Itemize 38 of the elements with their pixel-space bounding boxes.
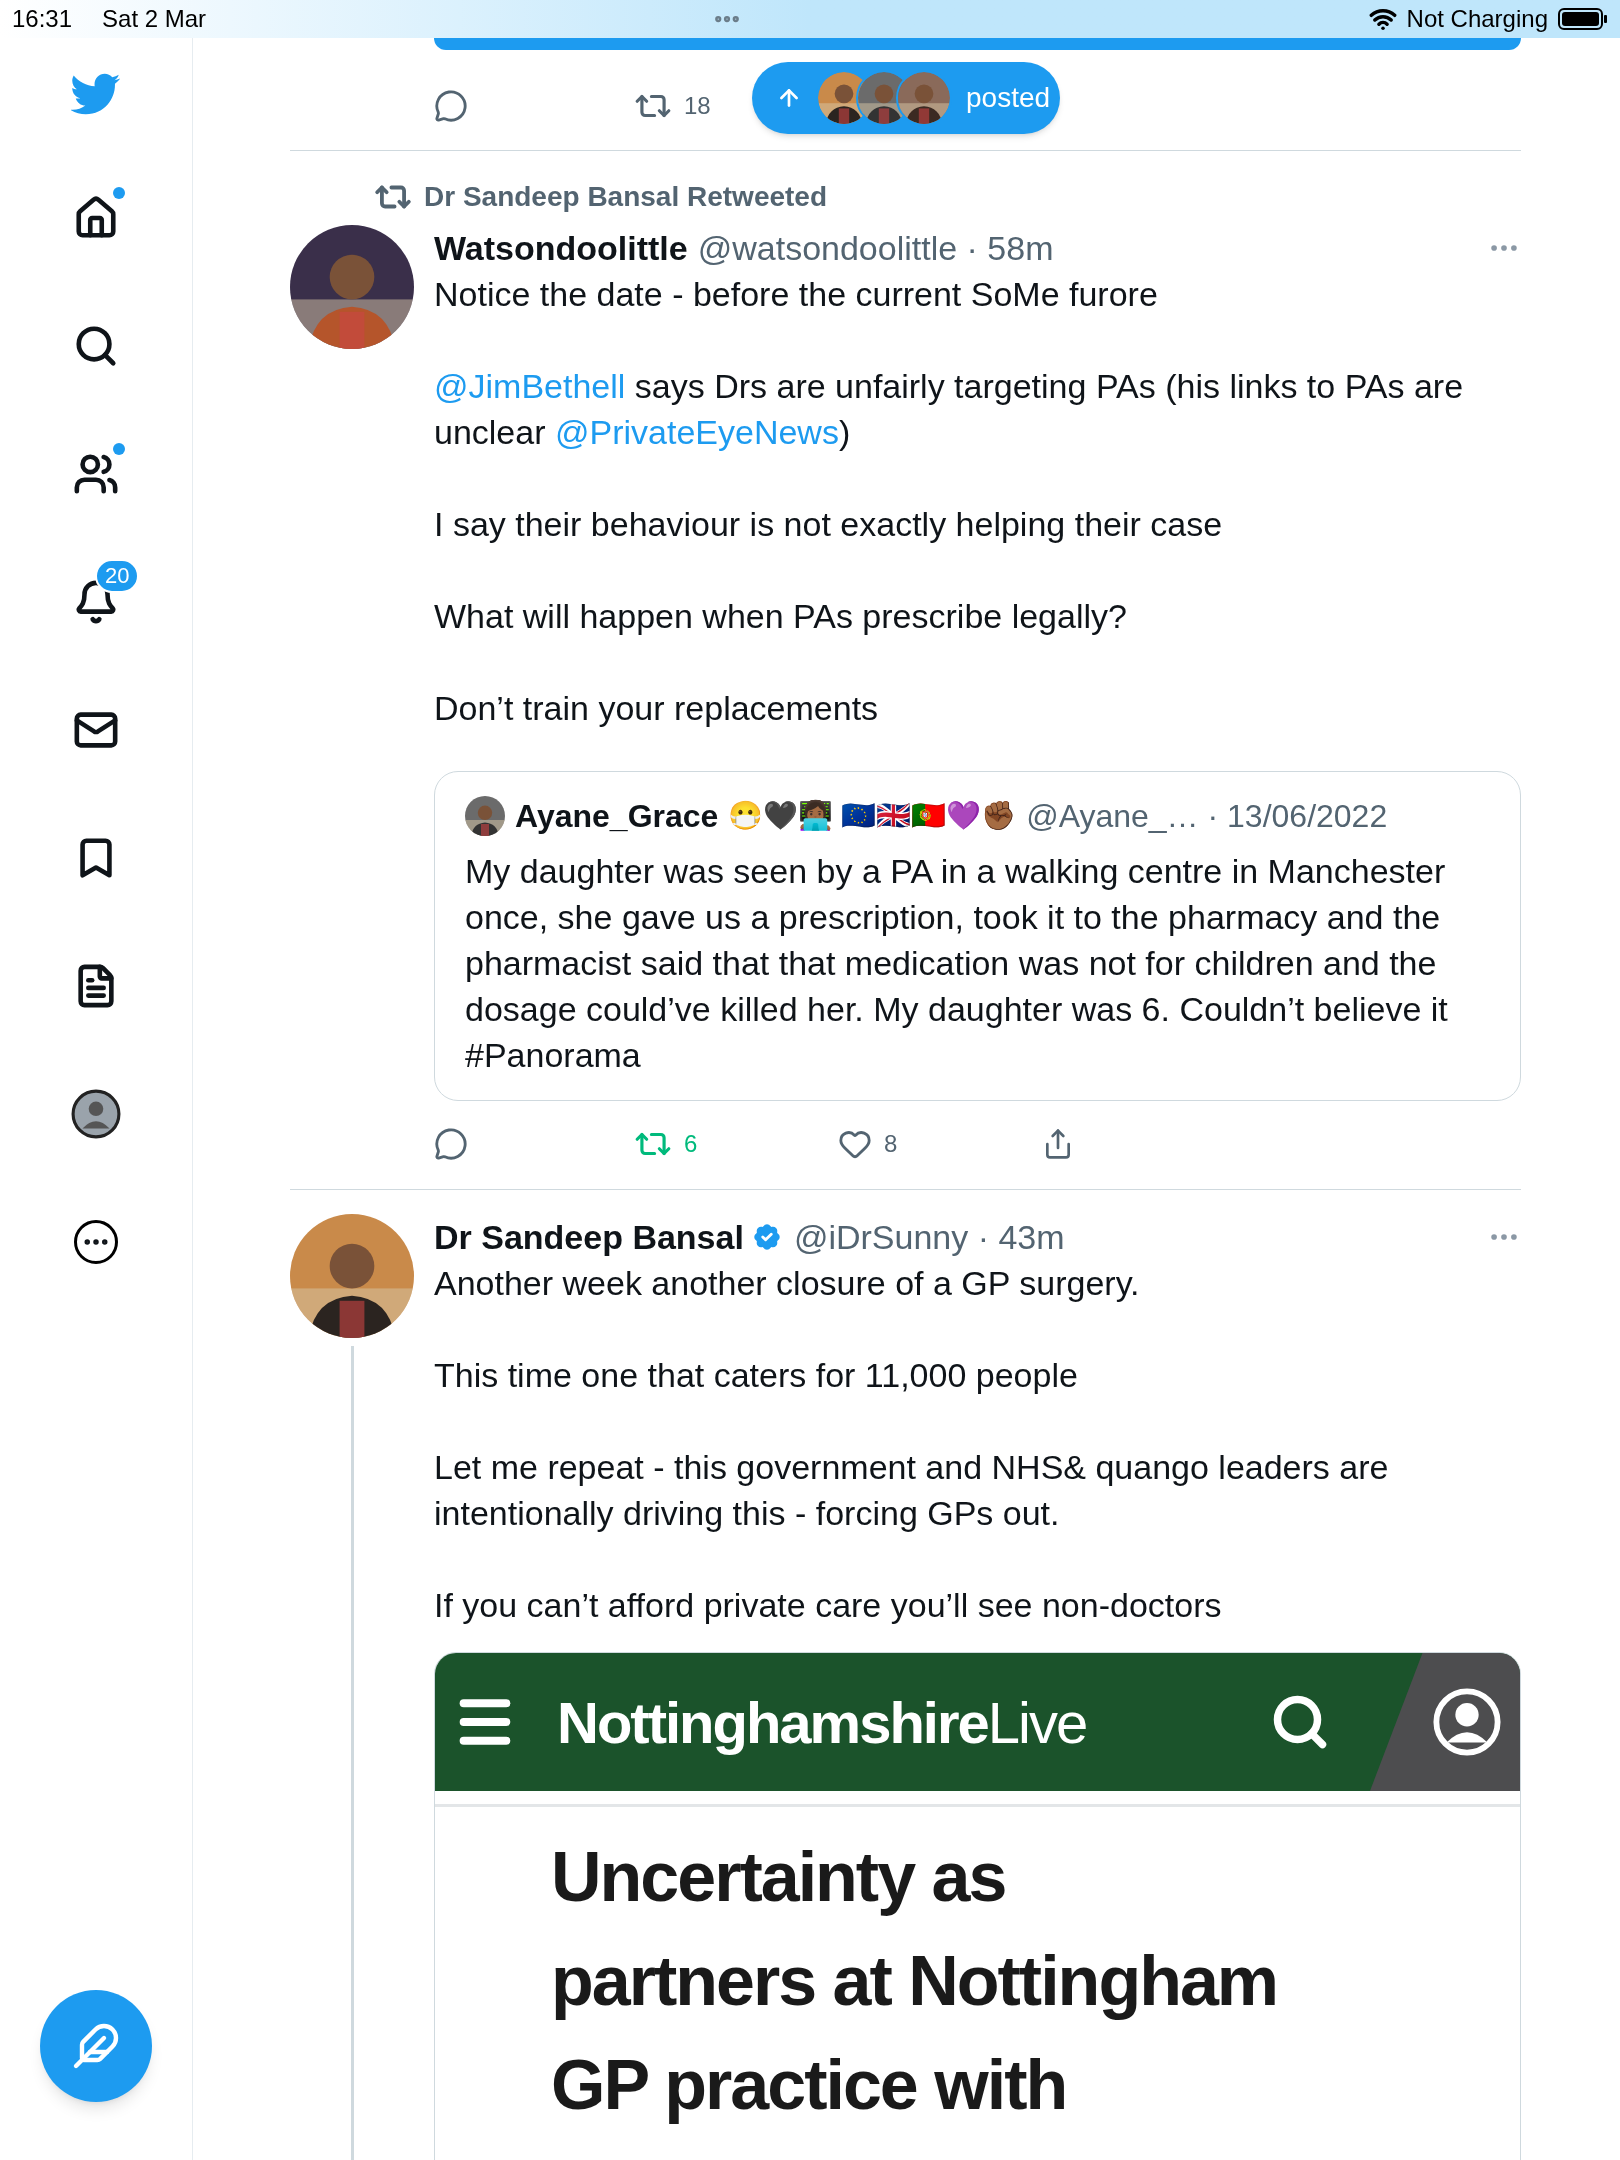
- article-headline: Uncertainty as partners at Nottingham GP practice with: [551, 1837, 1278, 2126]
- tweet-text: @JimBethell says Drs are unfairly targeting PAs (his links to PAs are unclear @PrivateEyeNews): [434, 366, 1465, 453]
- tweet-text: Another week another closure of a GP surgery.: [434, 1263, 1141, 1304]
- account-icon: [1432, 1687, 1502, 1757]
- status-date: Sat 2 Mar: [102, 4, 207, 34]
- tweet-text: This time one that caters for 11,000 people: [434, 1355, 1079, 1396]
- feather-icon: [72, 2022, 120, 2070]
- handle-and-date: @Ayane_… · 13/06/2022: [1026, 797, 1388, 836]
- status-time: 16:31: [12, 4, 73, 34]
- site-logo: NottinghamshireLive: [557, 1688, 1087, 1757]
- quoted-author-name: Ayane_Grace: [515, 797, 719, 836]
- profile-icon[interactable]: [71, 1089, 121, 1139]
- retweet-count: 18: [684, 91, 711, 121]
- more-icon[interactable]: [74, 1220, 118, 1264]
- reply-icon[interactable]: [434, 89, 468, 123]
- reply-icon[interactable]: [434, 1127, 468, 1161]
- retweet-count: 6: [684, 1129, 698, 1159]
- retweeted-by-label[interactable]: Dr Sandeep Bansal Retweeted: [424, 176, 828, 218]
- author-name[interactable]: Watsondoolittle: [434, 222, 688, 274]
- author-name[interactable]: Dr Sandeep Bansal: [434, 1211, 744, 1263]
- tweet-text: What will happen when PAs prescribe legally?: [434, 596, 1128, 637]
- quoted-tweet-text: My daughter was seen by a PA in a walking centre in Manchester once, she gave us a prescription, took it to the pharmacy and the pharmacist said that that medication was not for children and the dosage could’ve killed her. My daughter was 6. Couldn’t believe it #Panorama: [465, 851, 1449, 1076]
- handle-and-time: @iDrSunny · 43m: [793, 1216, 1065, 1258]
- tweet-text: If you can’t afford private care you’ll see non-doctors: [434, 1585, 1223, 1626]
- handle-and-time: @watsondoolittle · 58m: [697, 227, 1054, 269]
- tweet-text: I say their behaviour is not exactly helping their case: [434, 504, 1224, 545]
- name-emoji: 😷🖤👩🏾‍💻 🇪🇺🇬🇧🇵🇹💜✊🏾: [728, 798, 1017, 833]
- search-icon[interactable]: [73, 323, 119, 369]
- tweet-text: Notice the date - before the current SoMe furore: [434, 274, 1159, 315]
- notification-badge: 20: [95, 559, 140, 593]
- battery-icon: [1558, 7, 1608, 31]
- quoted-tweet-card[interactable]: [434, 771, 1521, 1101]
- home-icon[interactable]: [73, 195, 119, 241]
- article-screenshot[interactable]: NottinghamshireLive Uncertainty as partners at Nottingham GP practice with: [434, 1652, 1521, 2160]
- tweet-text: Don’t train your replacements: [434, 688, 880, 729]
- tweet-text: Let me repeat - this government and NHS& quango leaders are intentionally driving this - forcing GPs out.: [434, 1447, 1390, 1534]
- like-count: 8: [884, 1129, 898, 1159]
- battery-status: Not Charging: [1406, 4, 1548, 34]
